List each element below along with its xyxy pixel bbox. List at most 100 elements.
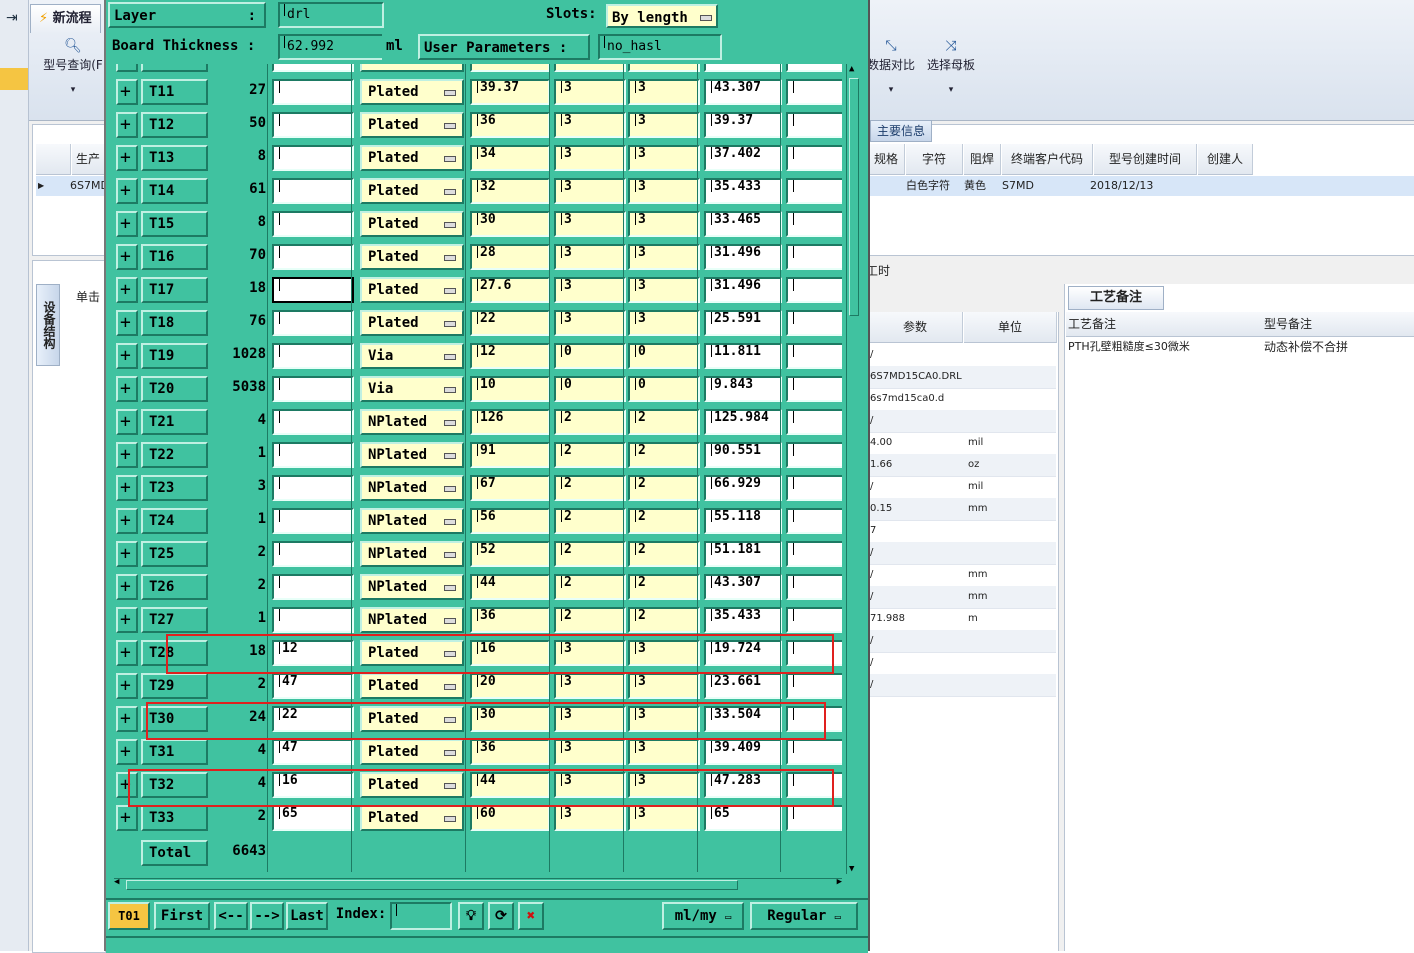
table-row[interactable]: + T25 2 NPlated 52 2 2 51.181 — [114, 537, 842, 570]
tolerance-plus-field[interactable]: 3 — [554, 739, 626, 765]
scroll-left-icon[interactable]: ◀ — [114, 877, 119, 887]
hole-type-dropdown[interactable]: NPlated — [360, 409, 464, 435]
drill-size-field[interactable]: 126 — [470, 409, 550, 435]
hole-type-dropdown[interactable]: NPlated — [360, 574, 464, 600]
table-row[interactable]: + T14 61 Plated 32 3 3 35.433 — [114, 174, 842, 207]
drill-size-field[interactable]: 36 — [470, 739, 550, 765]
tool-finish-size-field[interactable] — [272, 178, 354, 204]
tool-field[interactable] — [470, 64, 550, 72]
drill-size-field[interactable]: 32 — [470, 178, 550, 204]
drill-size-field[interactable]: 60 — [470, 805, 550, 831]
hole-type-dropdown[interactable]: Via — [360, 343, 464, 369]
tolerance-minus-field[interactable]: 3 — [628, 277, 700, 303]
bg-select-master-tool[interactable]: ⤨ 选择母板 ▾ — [924, 38, 978, 95]
tolerance-minus-field[interactable]: 3 — [628, 244, 700, 270]
tool-size-field[interactable]: 35.433 — [704, 607, 782, 633]
scroll-down-icon[interactable]: ▼ — [849, 864, 854, 874]
tool-size-field[interactable]: 43.307 — [704, 79, 782, 105]
tolerance-plus-field[interactable]: 0 — [554, 376, 626, 402]
tolerance-plus-field[interactable]: 3 — [554, 145, 626, 171]
hole-type-dropdown[interactable]: Plated — [360, 145, 464, 171]
tool-finish-size-field[interactable] — [272, 574, 354, 600]
bg-compare-tool[interactable]: ⤡ 数据对比 ▾ — [866, 38, 916, 95]
bg-note-process[interactable]: PTH孔壁粗糙度≤30微米 — [1068, 338, 1190, 354]
tolerance-plus-field[interactable]: 2 — [554, 607, 626, 633]
tolerance-minus-field[interactable]: 0 — [628, 376, 700, 402]
param-row[interactable]: 7 — [868, 520, 1056, 543]
user-params-field[interactable]: no_hasl — [598, 34, 722, 60]
tool-finish-size-field[interactable]: 65 — [272, 805, 354, 831]
tolerance-plus-field[interactable]: 3 — [554, 244, 626, 270]
next-button[interactable]: --> — [250, 902, 284, 930]
tool-size-field[interactable]: 31.496 — [704, 277, 782, 303]
tolerance-minus-field[interactable]: 3 — [628, 79, 700, 105]
drill-size-field[interactable]: 44 — [470, 574, 550, 600]
drill-size-field[interactable]: 12 — [470, 343, 550, 369]
drill-size-field[interactable]: 91 — [470, 442, 550, 468]
hole-type-dropdown[interactable]: Plated — [360, 310, 464, 336]
drill-size-field[interactable]: 39.37 — [470, 79, 550, 105]
tolerance-plus-field[interactable]: 0 — [554, 343, 626, 369]
param-row[interactable]: / — [868, 542, 1056, 565]
tool-finish-size-field[interactable] — [272, 475, 354, 501]
scroll-thumb[interactable] — [849, 78, 859, 316]
tool-size-field[interactable]: 65 — [704, 805, 782, 831]
tool-size-field[interactable]: 35.433 — [704, 178, 782, 204]
slots-dropdown[interactable]: By length — [606, 4, 718, 28]
param-row[interactable]: / mil — [868, 476, 1056, 499]
tool-field[interactable] — [786, 64, 842, 72]
tool-size-field[interactable]: 55.118 — [704, 508, 782, 534]
tool-field[interactable] — [628, 64, 700, 72]
expand-row-button[interactable]: + — [116, 739, 138, 765]
tool-finish-size-field[interactable] — [272, 376, 354, 402]
tolerance-minus-field[interactable]: 2 — [628, 409, 700, 435]
tool-size-field[interactable]: 39.409 — [704, 739, 782, 765]
expand-row-button[interactable]: + — [116, 277, 138, 303]
hole-type-dropdown[interactable]: Plated — [360, 277, 464, 303]
prev-button[interactable]: <-- — [214, 902, 248, 930]
tolerance-minus-field[interactable]: 2 — [628, 442, 700, 468]
hole-type-dropdown[interactable]: NPlated — [360, 475, 464, 501]
tolerance-minus-field[interactable]: 3 — [628, 805, 700, 831]
expand-row-button[interactable]: + — [116, 541, 138, 567]
tool-extra-field[interactable] — [786, 607, 842, 633]
tool-finish-size-field[interactable] — [272, 607, 354, 633]
tool-extra-field[interactable] — [786, 673, 842, 699]
bg-note-model[interactable]: 动态补偿不合拼 — [1264, 338, 1348, 355]
param-row[interactable]: / — [868, 674, 1056, 697]
login-arrow-icon[interactable]: ⇥ — [6, 10, 18, 26]
tool-extra-field[interactable] — [786, 409, 842, 435]
tolerance-minus-field[interactable]: 3 — [628, 310, 700, 336]
tolerance-minus-field[interactable]: 3 — [628, 145, 700, 171]
hole-type-dropdown[interactable]: NPlated — [360, 541, 464, 567]
tolerance-plus-field[interactable]: 3 — [554, 310, 626, 336]
tolerance-plus-field[interactable]: 2 — [554, 409, 626, 435]
tolerance-plus-field[interactable]: 3 — [554, 79, 626, 105]
hole-type-dropdown[interactable]: Plated — [360, 673, 464, 699]
table-row[interactable]: + T27 1 NPlated 36 2 2 35.433 — [114, 603, 842, 636]
expand-row-button[interactable]: + — [116, 244, 138, 270]
tool-size-field[interactable]: 66.929 — [704, 475, 782, 501]
tolerance-plus-field[interactable]: 2 — [554, 442, 626, 468]
tool-field[interactable] — [554, 64, 626, 72]
tolerance-plus-field[interactable]: 3 — [554, 277, 626, 303]
tool-finish-size-field[interactable] — [272, 409, 354, 435]
drill-size-field[interactable]: 10 — [470, 376, 550, 402]
tool-extra-field[interactable] — [786, 112, 842, 138]
tolerance-plus-field[interactable]: 3 — [554, 112, 626, 138]
bg-grid-row[interactable]: 白色字符 黄色 S7MD 2018/12/13 — [868, 176, 1414, 196]
table-row[interactable]: + T24 1 NPlated 56 2 2 55.118 — [114, 504, 842, 537]
tool-extra-field[interactable] — [786, 739, 842, 765]
param-row[interactable]: 0.15 mm — [868, 498, 1056, 521]
expand-row-button[interactable]: + — [116, 112, 138, 138]
tolerance-minus-field[interactable]: 3 — [628, 178, 700, 204]
tool-extra-field[interactable] — [786, 178, 842, 204]
drill-size-field[interactable]: 30 — [470, 211, 550, 237]
tool-extra-field[interactable] — [786, 541, 842, 567]
tool-extra-field[interactable] — [786, 442, 842, 468]
tolerance-minus-field[interactable]: 3 — [628, 112, 700, 138]
tolerance-plus-field[interactable]: 3 — [554, 673, 626, 699]
hole-type-dropdown[interactable]: NPlated — [360, 607, 464, 633]
bulb-button[interactable]: 💡︎ — [458, 902, 484, 930]
tool-size-field[interactable]: 9.843 — [704, 376, 782, 402]
